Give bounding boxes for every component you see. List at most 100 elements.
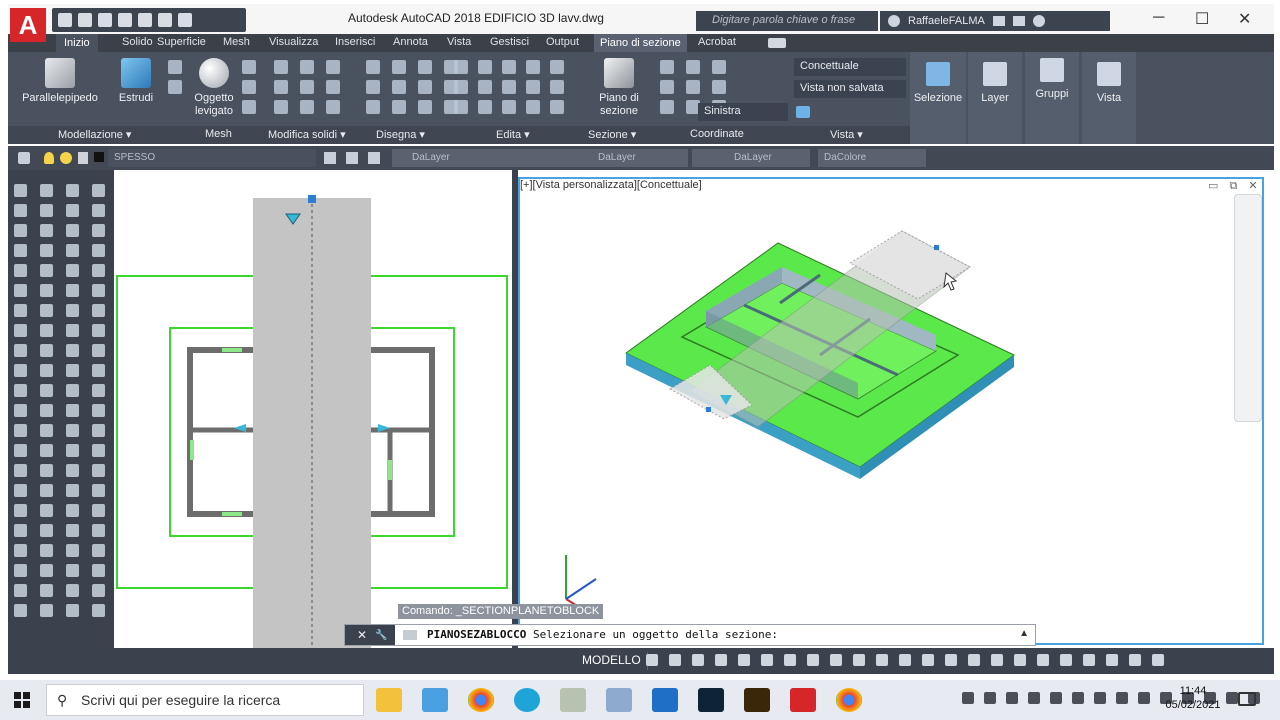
osnap-icon[interactable]: [807, 654, 819, 666]
save-icon[interactable]: [98, 13, 112, 27]
mesh-icon-1[interactable]: [242, 60, 256, 74]
taskbar-clock[interactable]: 11:44 05/02/2021: [1160, 684, 1226, 712]
bridge-icon[interactable]: [744, 688, 770, 712]
volume-icon[interactable]: [1138, 692, 1150, 704]
tool-icon[interactable]: [92, 204, 105, 217]
close-window-button[interactable]: ✕: [1238, 9, 1251, 29]
tool-icon[interactable]: [40, 544, 53, 557]
infer-icon[interactable]: [692, 654, 704, 666]
ucs-previous-icon[interactable]: [712, 60, 726, 74]
command-line[interactable]: ✕ 🔧 PIANOSEZABLOCCO Selezionare un ogget…: [344, 624, 1036, 646]
tool-icon[interactable]: [66, 444, 79, 457]
tool-icon[interactable]: [40, 604, 53, 617]
tool-icon[interactable]: [40, 244, 53, 257]
vista-button[interactable]: Vista: [1082, 52, 1136, 144]
tool-icon[interactable]: [66, 464, 79, 477]
tool-icon[interactable]: [40, 584, 53, 597]
tab-inserisci[interactable]: Inserisci: [335, 36, 375, 48]
workspace-gear-icon[interactable]: [1014, 654, 1026, 666]
tool-icon[interactable]: [66, 324, 79, 337]
3d-osnap-icon[interactable]: [899, 654, 911, 666]
command-history-toggle[interactable]: ▲: [1019, 628, 1029, 639]
hardware-accel-icon[interactable]: [1106, 654, 1118, 666]
maximize-button[interactable]: ☐: [1195, 9, 1209, 29]
navigation-bar[interactable]: [1234, 194, 1262, 422]
tab-inizio[interactable]: Inizio: [56, 34, 98, 52]
user-name[interactable]: RaffaeleFALMA: [908, 15, 985, 27]
tool-icon[interactable]: [40, 204, 53, 217]
transparency-icon[interactable]: [853, 654, 865, 666]
tool-icon[interactable]: [14, 444, 27, 457]
tool-icon[interactable]: [14, 284, 27, 297]
tool-icon[interactable]: [92, 464, 105, 477]
tool-icon[interactable]: [92, 524, 105, 537]
mirror-icon[interactable]: [526, 60, 540, 74]
subtract-icon[interactable]: [300, 60, 314, 74]
slice-icon[interactable]: [326, 80, 340, 94]
tool-icon[interactable]: [66, 604, 79, 617]
layer-on-bulb-icon[interactable]: [44, 152, 54, 164]
print-icon[interactable]: [138, 13, 152, 27]
ucs-icon[interactable]: [660, 60, 674, 74]
group-vista[interactable]: Vista ▾: [830, 128, 863, 141]
arc-icon[interactable]: [418, 60, 432, 74]
tool-icon[interactable]: [66, 564, 79, 577]
tray-app-icon[interactable]: [1226, 692, 1238, 704]
color-dropdown[interactable]: DaLayer: [392, 149, 538, 167]
piano-di-sezione-button[interactable]: Piano di sezione: [596, 58, 642, 118]
polyline-icon[interactable]: [392, 60, 406, 74]
customize-command-icon[interactable]: 🔧: [375, 630, 387, 641]
trim-icon[interactable]: [454, 60, 468, 74]
stretch-icon[interactable]: [502, 80, 516, 94]
tool-icon[interactable]: [92, 184, 105, 197]
tray-up-arrow-icon[interactable]: [962, 692, 974, 704]
viewport-side-dropdown[interactable]: Sinistra: [698, 103, 788, 121]
estrudi-button[interactable]: Estrudi: [114, 58, 158, 105]
tool-icon[interactable]: [92, 344, 105, 357]
join-icon[interactable]: [526, 100, 540, 114]
tool-icon[interactable]: [66, 184, 79, 197]
offset-icon[interactable]: [550, 80, 564, 94]
tool-icon[interactable]: [92, 264, 105, 277]
tool-icon[interactable]: [92, 444, 105, 457]
redo-icon[interactable]: [178, 13, 192, 27]
tool-icon[interactable]: [92, 304, 105, 317]
tool-icon[interactable]: [92, 244, 105, 257]
tool-icon[interactable]: [92, 424, 105, 437]
tool-icon[interactable]: [92, 584, 105, 597]
tool-icon[interactable]: [40, 264, 53, 277]
tool-icon[interactable]: [66, 584, 79, 597]
tab-mesh[interactable]: Mesh: [223, 36, 250, 48]
tray-app-icon[interactable]: [1050, 692, 1062, 704]
open-file-icon[interactable]: [78, 13, 92, 27]
tool-icon[interactable]: [14, 384, 27, 397]
xline-icon[interactable]: [392, 80, 406, 94]
visual-style-dropdown[interactable]: Concettuale: [794, 58, 906, 76]
tool-icon[interactable]: [14, 484, 27, 497]
copy-icon[interactable]: [478, 80, 492, 94]
customize-status-icon[interactable]: [1152, 654, 1164, 666]
tool-icon[interactable]: [14, 424, 27, 437]
tool-icon[interactable]: [66, 264, 79, 277]
tool-icon[interactable]: [40, 344, 53, 357]
revolve-icon[interactable]: [168, 60, 182, 74]
scale-icon[interactable]: [550, 60, 564, 74]
tool-icon[interactable]: [14, 324, 27, 337]
app-window-icon[interactable]: [606, 688, 632, 712]
current-layer-dropdown[interactable]: SPESSO: [108, 149, 316, 167]
tool-icon[interactable]: [40, 464, 53, 477]
tool-icon[interactable]: [14, 404, 27, 417]
tool-icon[interactable]: [92, 544, 105, 557]
layer-thaw-sun-icon[interactable]: [60, 152, 72, 164]
tool-icon[interactable]: [40, 384, 53, 397]
tool-icon[interactable]: [92, 404, 105, 417]
model-space-button[interactable]: MODELLO: [576, 652, 648, 670]
viewport-label[interactable]: [+][Vista personalizzata][Concettuale]: [520, 179, 702, 191]
ucs-3point-icon[interactable]: [712, 80, 726, 94]
isolate-icon[interactable]: [1083, 654, 1095, 666]
break-icon[interactable]: [550, 100, 564, 114]
chrome-icon[interactable]: [468, 688, 494, 712]
match-layer-icon[interactable]: [346, 152, 358, 164]
autocad-logo-icon[interactable]: A: [10, 8, 46, 42]
file-explorer-icon[interactable]: [376, 688, 402, 712]
